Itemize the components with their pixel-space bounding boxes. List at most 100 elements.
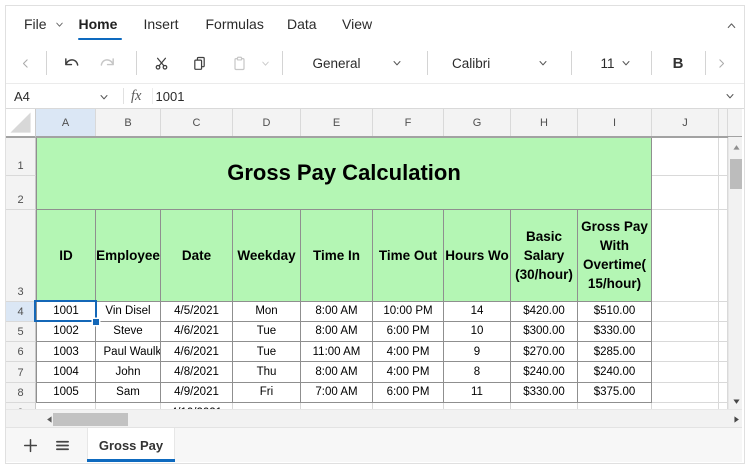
cell-F8[interactable]: 6:00 PM [373, 383, 444, 403]
header-cell-E3[interactable]: Time In [301, 210, 373, 302]
number-format-chevron[interactable] [385, 51, 409, 75]
cell-K4[interactable] [719, 302, 728, 322]
font-name-dropdown[interactable]: Calibri [452, 42, 490, 84]
cell-J8[interactable] [652, 383, 719, 403]
menu-tab-data[interactable]: Data [287, 6, 317, 42]
cell-K3[interactable] [719, 210, 728, 302]
cell-I4[interactable]: $510.00 [578, 302, 652, 322]
scroll-down-button[interactable] [730, 397, 743, 407]
fill-handle[interactable] [93, 319, 100, 326]
column-header-H[interactable]: H [511, 109, 578, 136]
menu-tab-insert[interactable]: Insert [144, 6, 179, 42]
cell-H6[interactable]: $270.00 [511, 342, 578, 362]
ribbon-scroll-left-button[interactable] [13, 51, 37, 75]
cell-D5[interactable]: Tue [233, 322, 301, 343]
name-box-chevron[interactable] [97, 90, 110, 103]
cell-I8[interactable]: $375.00 [578, 383, 652, 403]
column-header-B[interactable]: B [96, 109, 161, 136]
column-header-I[interactable]: I [578, 109, 652, 136]
cell-J4[interactable] [652, 302, 719, 322]
formula-bar-expand-chevron[interactable] [722, 89, 738, 103]
cell-C5[interactable]: 4/6/2021 [161, 322, 233, 343]
cell-B6[interactable]: Paul Waulk [96, 342, 161, 362]
cell-C7[interactable]: 4/8/2021 [161, 362, 233, 383]
menu-tab-view[interactable]: View [342, 6, 372, 42]
cell-A6[interactable]: 1003 [36, 342, 96, 362]
cell-E6[interactable]: 11:00 AM [301, 342, 373, 362]
horizontal-scroll-thumb[interactable] [53, 413, 128, 427]
font-size-chevron[interactable] [614, 51, 638, 75]
ribbon-collapse-button[interactable] [722, 16, 740, 34]
table-title-cell[interactable]: Gross Pay Calculation [36, 138, 652, 210]
cell-D4[interactable]: Mon [233, 302, 301, 322]
cell-A7[interactable]: 1004 [36, 362, 96, 383]
header-cell-B3[interactable]: Employee [96, 210, 161, 302]
cell-B5[interactable]: Steve [96, 322, 161, 343]
ribbon-scroll-right-button[interactable] [709, 51, 733, 75]
row-header-6[interactable]: 6 [6, 342, 36, 362]
cell-K5[interactable] [719, 322, 728, 343]
header-cell-G3[interactable]: Hours Wo [444, 210, 511, 302]
cell-D6[interactable]: Tue [233, 342, 301, 362]
undo-button[interactable] [59, 51, 83, 75]
formula-input[interactable]: 1001 [156, 84, 185, 108]
add-sheet-button[interactable] [15, 428, 45, 462]
cell-H7[interactable]: $240.00 [511, 362, 578, 383]
column-header-E[interactable]: E [301, 109, 373, 136]
cell-G6[interactable]: 9 [444, 342, 511, 362]
cell-E5[interactable]: 8:00 AM [301, 322, 373, 343]
select-all-corner[interactable] [6, 109, 36, 138]
cell-B8[interactable]: Sam [96, 383, 161, 403]
paste-dropdown-chevron[interactable] [253, 51, 277, 75]
cell-G4[interactable]: 14 [444, 302, 511, 322]
cell-B7[interactable]: John [96, 362, 161, 383]
header-cell-F3[interactable]: Time Out [373, 210, 444, 302]
bold-button[interactable]: B [671, 42, 685, 84]
row-header-2[interactable]: 2 [6, 176, 36, 210]
cell-K2[interactable] [719, 176, 728, 210]
cell-J2[interactable] [652, 176, 719, 210]
cell-C6[interactable]: 4/6/2021 [161, 342, 233, 362]
copy-button[interactable] [188, 51, 212, 75]
cell-J5[interactable] [652, 322, 719, 343]
cell-E4[interactable]: 8:00 AM [301, 302, 373, 322]
cell-H5[interactable]: $300.00 [511, 322, 578, 343]
row-header-3[interactable]: 3 [6, 210, 36, 302]
cell-H4[interactable]: $420.00 [511, 302, 578, 322]
cell-F6[interactable]: 4:00 PM [373, 342, 444, 362]
cell-F4[interactable]: 10:00 PM [373, 302, 444, 322]
font-size-dropdown[interactable]: 11 [601, 42, 615, 84]
menu-tab-file[interactable]: File [24, 6, 65, 42]
cell-K1[interactable] [719, 138, 728, 176]
vertical-scrollbar[interactable] [728, 137, 743, 410]
column-header-G[interactable]: G [444, 109, 511, 136]
cell-D8[interactable]: Fri [233, 383, 301, 403]
header-cell-I3[interactable]: Gross Pay With Overtime( 15/hour) [578, 210, 652, 302]
cell-E8[interactable]: 7:00 AM [301, 383, 373, 403]
row-header-5[interactable]: 5 [6, 322, 36, 343]
name-box[interactable]: A4 [14, 84, 30, 108]
cell-K8[interactable] [719, 383, 728, 403]
sheet-list-button[interactable] [47, 428, 77, 462]
menu-tab-home[interactable]: Home [79, 6, 118, 42]
cell-C4[interactable]: 4/5/2021 [161, 302, 233, 322]
column-header-J[interactable]: J [652, 109, 719, 136]
cell-J1[interactable] [652, 138, 719, 176]
cell-A5[interactable]: 1002 [36, 322, 96, 343]
cell-I5[interactable]: $330.00 [578, 322, 652, 343]
header-cell-A3[interactable]: ID [36, 210, 96, 302]
cell-J6[interactable] [652, 342, 719, 362]
scroll-right-button[interactable] [729, 414, 743, 426]
cell-B4[interactable]: Vin Disel [96, 302, 161, 322]
cell-C8[interactable]: 4/9/2021 [161, 383, 233, 403]
column-header-C[interactable]: C [161, 109, 233, 136]
horizontal-scrollbar[interactable] [6, 409, 742, 427]
cell-F5[interactable]: 6:00 PM [373, 322, 444, 343]
cell-A8[interactable]: 1005 [36, 383, 96, 403]
cell-D7[interactable]: Thu [233, 362, 301, 383]
redo-button[interactable] [96, 51, 120, 75]
menu-tab-formulas[interactable]: Formulas [206, 6, 264, 42]
cell-K6[interactable] [719, 342, 728, 362]
cell-J7[interactable] [652, 362, 719, 383]
cell-I7[interactable]: $240.00 [578, 362, 652, 383]
